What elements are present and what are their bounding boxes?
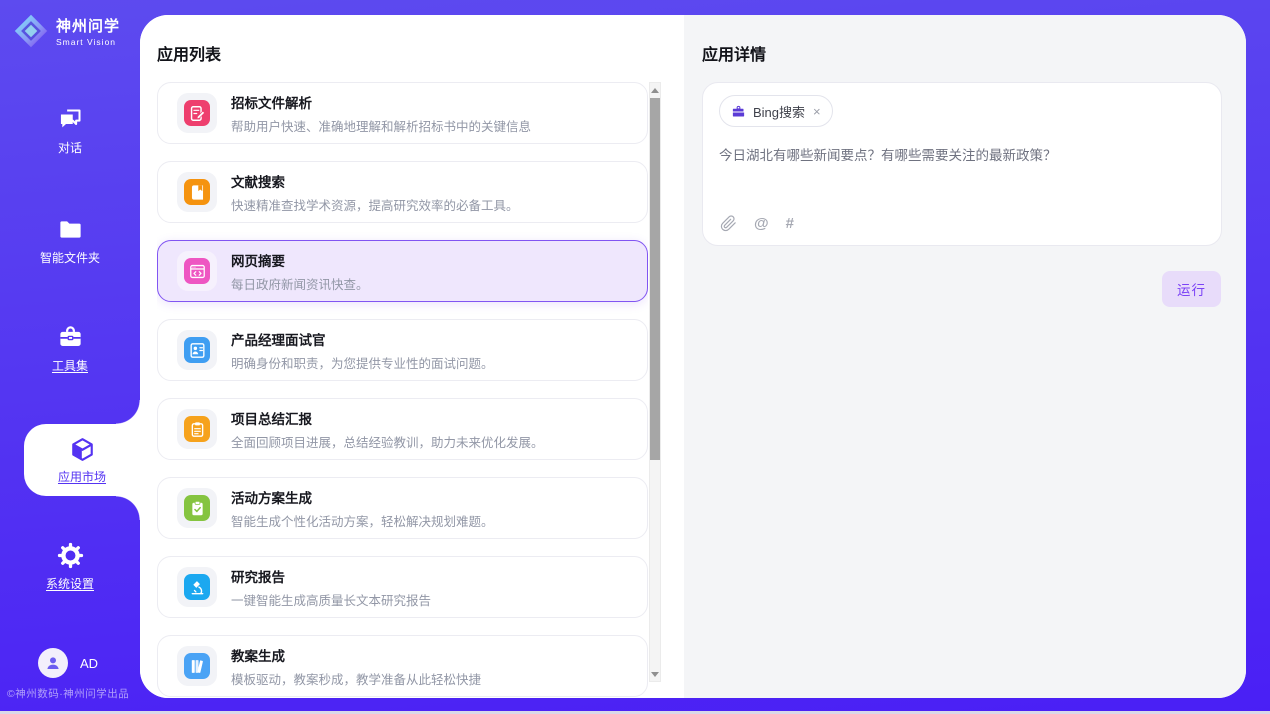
microscope-icon: [184, 574, 210, 600]
sidebar-item-label: 智能文件夹: [40, 249, 100, 266]
app-icon-frame: [177, 409, 217, 449]
browser-code-icon: [184, 258, 210, 284]
diamond-logo-icon: [13, 13, 49, 49]
sidebar-item-label: 系统设置: [46, 575, 94, 592]
hash-icon[interactable]: #: [786, 215, 794, 232]
scrollbar[interactable]: [649, 82, 661, 682]
app-description: 明确身份和职责，为您提供专业性的面试问题。: [231, 353, 494, 372]
app-card[interactable]: 项目总结汇报全面回顾项目进展，总结经验教训，助力未来优化发展。: [157, 398, 648, 460]
app-card[interactable]: 活动方案生成智能生成个性化活动方案，轻松解决规划难题。: [157, 477, 648, 539]
app-icon-frame: [177, 488, 217, 528]
scrollbar-thumb[interactable]: [650, 98, 660, 460]
cube-icon: [69, 436, 96, 463]
user-avatar-icon: [38, 648, 68, 678]
app-name: 项目总结汇报: [231, 408, 544, 428]
app-name: 研究报告: [231, 566, 431, 586]
paperclip-icon[interactable]: [720, 215, 737, 232]
book-icon: [184, 179, 210, 205]
gear-icon: [57, 542, 84, 569]
app-icon-frame: [177, 251, 217, 291]
user-initials: AD: [80, 656, 98, 671]
clipboard-icon: [184, 416, 210, 442]
sidebar-item-gear[interactable]: 系统设置: [0, 542, 140, 592]
app-description: 每日政府新闻资讯快查。: [231, 274, 369, 293]
copyright-footer: ©神州数码·神州问学出品: [7, 686, 129, 701]
sidebar-item-toolbox[interactable]: 工具集: [0, 324, 140, 374]
tool-chip-label: Bing搜索: [753, 102, 805, 121]
prompt-input[interactable]: 今日湖北有哪些新闻要点？有哪些需要关注的最新政策？: [719, 146, 1205, 166]
scroll-up-icon[interactable]: [650, 83, 660, 97]
chat-icon: [57, 106, 84, 133]
chip-close-icon[interactable]: ×: [813, 105, 821, 118]
app-list-title: 应用列表: [157, 41, 221, 65]
sidebar-item-label: 应用市场: [58, 468, 106, 485]
sidebar-item-folder[interactable]: 智能文件夹: [0, 216, 140, 266]
app-detail-panel: 应用详情 Bing搜索 × 今日湖北有哪些新闻要点？有哪些需要关注的最新政策？ …: [684, 15, 1246, 698]
app-card[interactable]: 研究报告一键智能生成高质量长文本研究报告: [157, 556, 648, 618]
app-detail-title: 应用详情: [702, 41, 766, 65]
brand-logo: 神州问学 Smart Vision: [13, 13, 120, 49]
app-icon-frame: [177, 93, 217, 133]
run-button[interactable]: 运行: [1162, 271, 1221, 307]
app-description: 模板驱动，教案秒成，教学准备从此轻松快捷: [231, 669, 481, 688]
app-list-panel: 应用列表 招标文件解析帮助用户快速、准确地理解和解析招标书中的关键信息文献搜索快…: [140, 15, 684, 698]
sidebar-item-cube[interactable]: 应用市场: [24, 424, 140, 496]
app-card[interactable]: 招标文件解析帮助用户快速、准确地理解和解析招标书中的关键信息: [157, 82, 648, 144]
clipboard-check-icon: [184, 495, 210, 521]
brand-subtitle: Smart Vision: [56, 37, 120, 47]
main-content: 应用列表 招标文件解析帮助用户快速、准确地理解和解析招标书中的关键信息文献搜索快…: [140, 15, 1246, 698]
resume-icon: [184, 337, 210, 363]
sidebar-item-chat[interactable]: 对话: [0, 106, 140, 156]
folder-icon: [57, 216, 84, 243]
user-profile[interactable]: AD: [38, 648, 98, 678]
app-card-list: 招标文件解析帮助用户快速、准确地理解和解析招标书中的关键信息文献搜索快速精准查找…: [157, 82, 648, 698]
app-description: 智能生成个性化活动方案，轻松解决规划难题。: [231, 511, 494, 530]
app-description: 一键智能生成高质量长文本研究报告: [231, 590, 431, 609]
scroll-down-icon[interactable]: [650, 667, 660, 681]
prompt-toolbar: @ #: [720, 215, 794, 232]
app-card[interactable]: 文献搜索快速精准查找学术资源，提高研究效率的必备工具。: [157, 161, 648, 223]
toolbox-icon: [57, 324, 84, 351]
app-icon-frame: [177, 330, 217, 370]
app-description: 快速精准查找学术资源，提高研究效率的必备工具。: [231, 195, 519, 214]
briefcase-icon: [731, 104, 746, 119]
app-name: 活动方案生成: [231, 487, 494, 507]
app-name: 文献搜索: [231, 171, 519, 191]
app-description: 全面回顾项目进展，总结经验教训，助力未来优化发展。: [231, 432, 544, 451]
app-card[interactable]: 网页摘要每日政府新闻资讯快查。: [157, 240, 648, 302]
app-name: 教案生成: [231, 645, 481, 665]
doc-edit-icon: [184, 100, 210, 126]
app-name: 产品经理面试官: [231, 329, 494, 349]
app-name: 网页摘要: [231, 250, 369, 270]
app-icon-frame: [177, 567, 217, 607]
books-icon: [184, 653, 210, 679]
app-description: 帮助用户快速、准确地理解和解析招标书中的关键信息: [231, 116, 531, 135]
app-card[interactable]: 教案生成模板驱动，教案秒成，教学准备从此轻松快捷: [157, 635, 648, 697]
brand-name: 神州问学: [56, 15, 120, 36]
sidebar: 神州问学 Smart Vision 对话智能文件夹工具集应用市场系统设置 AD …: [0, 0, 140, 714]
at-sign-icon[interactable]: @: [754, 215, 769, 232]
sidebar-item-label: 工具集: [52, 357, 88, 374]
app-icon-frame: [177, 646, 217, 686]
app-name: 招标文件解析: [231, 92, 531, 112]
app-card[interactable]: 产品经理面试官明确身份和职责，为您提供专业性的面试问题。: [157, 319, 648, 381]
sidebar-item-label: 对话: [58, 139, 82, 156]
prompt-card: Bing搜索 × 今日湖北有哪些新闻要点？有哪些需要关注的最新政策？ @ #: [702, 82, 1222, 246]
app-icon-frame: [177, 172, 217, 212]
tool-chip[interactable]: Bing搜索 ×: [719, 95, 833, 127]
app-window: 神州问学 Smart Vision 对话智能文件夹工具集应用市场系统设置 AD …: [0, 0, 1270, 714]
